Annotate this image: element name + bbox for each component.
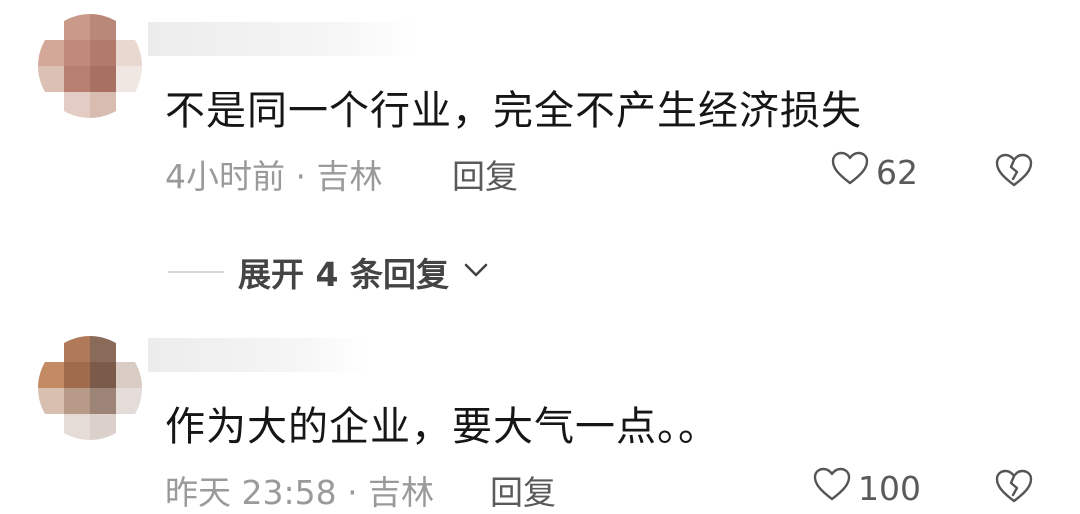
username[interactable] (148, 338, 368, 372)
like-count: 62 (876, 152, 918, 192)
like-button[interactable]: 62 (830, 150, 918, 194)
avatar-pixel (64, 336, 90, 362)
comment-meta: 4小时前 · 吉林 (165, 157, 383, 196)
avatar-pixel (38, 14, 64, 40)
avatar-pixel (38, 66, 64, 92)
avatar-pixel (64, 92, 90, 118)
avatar-pixel (90, 40, 116, 66)
avatar-pixel (64, 414, 90, 440)
avatar-pixel (90, 66, 116, 92)
avatar-pixel (90, 14, 116, 40)
avatar-pixel (90, 362, 116, 388)
reply-button[interactable]: 回复 (490, 466, 556, 514)
avatar-pixel (90, 336, 116, 362)
comment-text: 作为大的企业，要大气一点。。 (165, 404, 719, 450)
avatar[interactable] (38, 336, 142, 440)
username[interactable] (148, 22, 418, 56)
heart-icon (812, 466, 852, 510)
comment-text: 不是同一个行业，完全不产生经济损失 (165, 88, 862, 134)
avatar-pixel (116, 40, 142, 66)
heart-icon (830, 150, 870, 194)
avatar-pixel (116, 336, 142, 362)
avatar-pixel (116, 92, 142, 118)
chevron-down-icon (463, 261, 489, 283)
expand-replies-button[interactable]: 展开 4 条回复 (168, 248, 489, 296)
broken-heart-icon (994, 153, 1034, 192)
avatar-pixel (90, 388, 116, 414)
like-count: 100 (858, 468, 921, 508)
avatar-pixel (116, 66, 142, 92)
avatar-pixel (38, 92, 64, 118)
avatar-pixel (116, 388, 142, 414)
avatar-pixel (38, 336, 64, 362)
expand-replies-label: 展开 4 条回复 (238, 255, 449, 294)
avatar-pixel (64, 388, 90, 414)
avatar-pixel (116, 414, 142, 440)
reply-button[interactable]: 回复 (452, 150, 518, 198)
dislike-button[interactable] (994, 468, 1034, 508)
avatar-pixel (38, 388, 64, 414)
avatar-pixel (38, 362, 64, 388)
comment-meta: 昨天 23:58 · 吉林 (165, 473, 435, 512)
avatar-pixel (64, 66, 90, 92)
avatar-pixel (116, 14, 142, 40)
avatar-pixel (38, 414, 64, 440)
avatar-pixel (64, 40, 90, 66)
avatar[interactable] (38, 14, 142, 118)
avatar-pixel (90, 92, 116, 118)
dislike-button[interactable] (994, 152, 1034, 192)
divider-line (168, 271, 224, 273)
avatar-pixel (90, 414, 116, 440)
avatar-pixel (38, 40, 64, 66)
avatar-pixel (64, 14, 90, 40)
avatar-pixel (64, 362, 90, 388)
broken-heart-icon (994, 469, 1034, 508)
like-button[interactable]: 100 (812, 466, 921, 510)
avatar-pixel (116, 362, 142, 388)
